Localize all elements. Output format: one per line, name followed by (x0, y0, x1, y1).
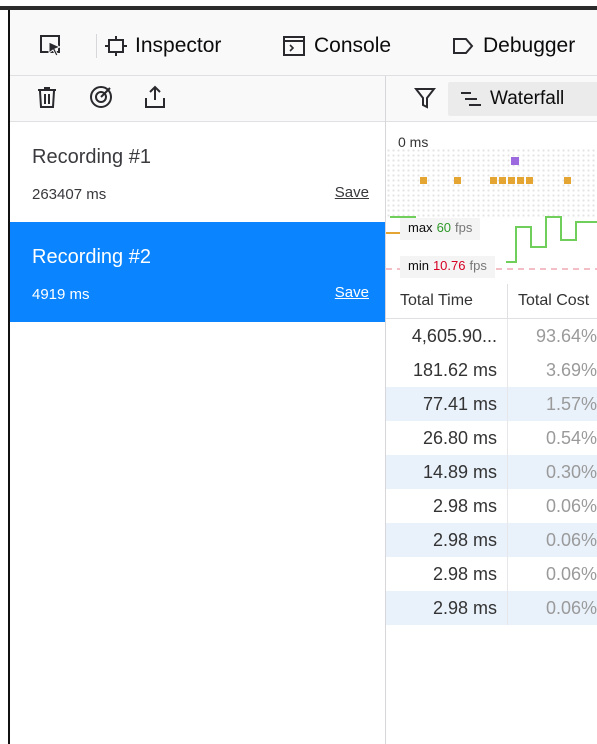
cell-total-cost: 3.69% (545, 360, 597, 380)
marker (564, 177, 571, 184)
table-header: Total Time Total Cost (386, 284, 597, 319)
marker (526, 177, 533, 184)
table-row[interactable]: 2.98 ms 0.06% (386, 489, 597, 523)
marker (511, 157, 519, 165)
save-recording-link[interactable]: Save (335, 184, 369, 201)
element-picker-icon[interactable] (38, 32, 64, 58)
recording-item-selected[interactable]: Recording #2 4919 ms Save (10, 222, 385, 322)
cell-total-cost: 0.06% (545, 530, 597, 550)
devtools-toolbar: Inspector Console Debugger (10, 10, 597, 76)
recordings-toolbar (10, 76, 385, 122)
marker (499, 177, 506, 184)
recordings-list: Recording #1 263407 ms Save Recording #2… (10, 122, 385, 322)
fps-max-value: 60 (436, 220, 452, 235)
export-icon[interactable] (142, 84, 168, 110)
table-row[interactable]: 4,605.90... 93.64% (386, 319, 597, 353)
cell-total-time: 77.41 ms (386, 387, 508, 421)
cell-total-time: 2.98 ms (386, 523, 508, 557)
table-row[interactable]: 2.98 ms 0.06% (386, 557, 597, 591)
tab-console[interactable]: Console (282, 32, 391, 60)
filter-icon[interactable] (414, 86, 436, 110)
tab-label: Console (314, 34, 392, 57)
timeline-overview[interactable]: 0 ms max 60 fps min 10.76 fps (386, 122, 597, 284)
cell-total-cost: 93.64% (535, 326, 597, 346)
column-header-total-cost[interactable]: Total Cost (508, 284, 589, 318)
cell-total-time: 4,605.90... (386, 319, 508, 353)
tab-label: Inspector (135, 34, 222, 57)
fps-max-unit: fps (455, 220, 473, 235)
cell-total-cost: 0.30% (545, 462, 597, 482)
table-row[interactable]: 2.98 ms 0.06% (386, 523, 597, 557)
fps-min-text: min (408, 258, 429, 273)
cell-total-time: 2.98 ms (386, 557, 508, 591)
call-tree-table: Total Time Total Cost 4,605.90... 93.64%… (386, 284, 597, 625)
cell-total-time: 2.98 ms (386, 591, 508, 625)
cell-total-cost: 0.06% (545, 598, 597, 618)
table-row[interactable]: 14.89 ms 0.30% (386, 455, 597, 489)
inspector-icon (105, 36, 127, 56)
save-recording-link[interactable]: Save (335, 284, 369, 301)
recording-name: Recording #1 (32, 146, 151, 168)
marker (490, 177, 497, 184)
trash-icon[interactable] (34, 84, 60, 110)
toolbar-separator (96, 34, 97, 58)
marker (517, 177, 524, 184)
waterfall-label: Waterfall (490, 88, 565, 109)
cell-total-cost: 0.06% (545, 496, 597, 516)
cell-total-time: 26.80 ms (386, 421, 508, 455)
marker (420, 177, 427, 184)
console-icon (283, 36, 305, 56)
fps-line (506, 216, 597, 263)
column-header-total-time[interactable]: Total Time (386, 284, 508, 318)
fps-max-label: max 60 fps (400, 218, 481, 240)
cell-total-time: 181.62 ms (386, 353, 508, 387)
cell-total-time: 14.89 ms (386, 455, 508, 489)
waterfall-icon (461, 92, 481, 106)
debugger-icon (453, 38, 474, 54)
fps-min-unit: fps (469, 258, 487, 273)
table-row[interactable]: 26.80 ms 0.54% (386, 421, 597, 455)
marker (454, 177, 461, 184)
waterfall-view-button[interactable]: Waterfall (448, 82, 597, 116)
recording-duration: 263407 ms (32, 186, 107, 203)
marker (508, 177, 515, 184)
table-row[interactable]: 77.41 ms 1.57% (386, 387, 597, 421)
recording-item[interactable]: Recording #1 263407 ms Save (10, 122, 385, 222)
record-icon[interactable] (88, 84, 114, 110)
cell-total-cost: 0.06% (545, 564, 597, 584)
fps-max-text: max (408, 220, 433, 235)
table-row[interactable]: 181.62 ms 3.69% (386, 353, 597, 387)
cell-total-cost: 0.54% (545, 428, 597, 448)
view-toolbar: Waterfall (386, 76, 597, 122)
fps-min-value: 10.76 (432, 258, 466, 273)
tab-label: Debugger (483, 34, 576, 57)
cell-total-cost: 1.57% (545, 394, 597, 414)
fps-min-label: min 10.76 fps (400, 256, 495, 278)
tab-inspector[interactable]: Inspector (105, 32, 221, 60)
recording-name: Recording #2 (32, 246, 151, 268)
tab-debugger[interactable]: Debugger (451, 32, 575, 60)
table-row[interactable]: 2.98 ms 0.06% (386, 591, 597, 625)
recording-duration: 4919 ms (32, 286, 90, 303)
cell-total-time: 2.98 ms (386, 489, 508, 523)
